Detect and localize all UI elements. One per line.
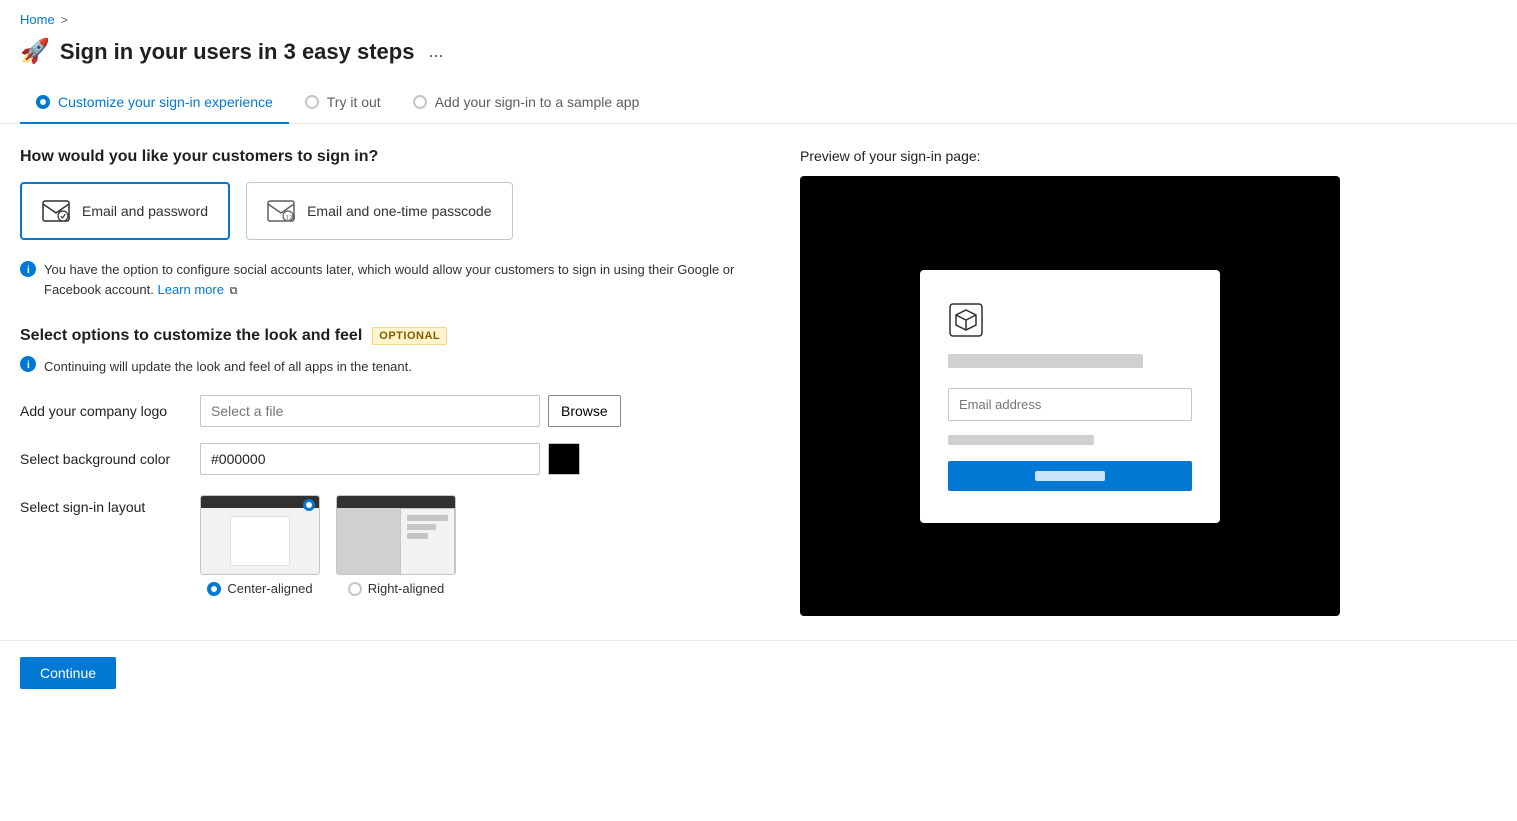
logo-file-input[interactable] [200, 395, 540, 427]
card-submit-button[interactable] [948, 461, 1192, 491]
company-logo-row: Add your company logo Browse [20, 395, 760, 427]
preview-title: Preview of your sign-in page: [800, 148, 1340, 164]
color-swatch[interactable] [548, 443, 580, 475]
tab-try-label: Try it out [327, 94, 381, 110]
info-icon: i [20, 261, 36, 282]
layout-right-radio-row: Right-aligned [348, 581, 445, 596]
layout-center-radio[interactable] [207, 582, 221, 596]
tab-try[interactable]: Try it out [289, 82, 397, 124]
customize-section: Select options to customize the look and… [20, 327, 760, 596]
tab-try-radio [305, 95, 319, 109]
layout-label: Select sign-in layout [20, 491, 200, 515]
sign-in-preview [800, 176, 1340, 616]
card-logo-icon [948, 302, 984, 338]
layout-center-radio-row: Center-aligned [207, 581, 312, 596]
breadcrumb: Home > [0, 0, 1517, 31]
customize-info-text: Continuing will update the look and feel… [44, 359, 412, 374]
more-menu-button[interactable]: ... [428, 41, 443, 62]
layout-center[interactable]: Center-aligned [200, 495, 320, 596]
tab-sample-label: Add your sign-in to a sample app [435, 94, 640, 110]
email-password-icon [42, 200, 70, 222]
left-panel: How would you like your customers to sig… [20, 148, 760, 616]
social-accounts-info-text: You have the option to configure social … [44, 260, 760, 299]
browse-button[interactable]: Browse [548, 395, 621, 427]
sign-in-options: Email and password 123 Email and one-tim… [20, 182, 760, 240]
customize-section-title: Select options to customize the look and… [20, 327, 362, 345]
optional-badge: OPTIONAL [372, 327, 447, 345]
footer: Continue [0, 640, 1517, 705]
card-email-input[interactable] [948, 388, 1192, 421]
page-emoji: 🚀 [20, 37, 50, 66]
main-content: How would you like your customers to sig… [0, 124, 1517, 640]
card-button-inner [1035, 471, 1105, 481]
tab-customize-label: Customize your sign-in experience [58, 94, 273, 110]
learn-more-link[interactable]: Learn more [157, 282, 223, 297]
option-email-otp-label: Email and one-time passcode [307, 203, 491, 219]
tab-bar: Customize your sign-in experience Try it… [0, 82, 1517, 124]
layout-right[interactable]: Right-aligned [336, 495, 456, 596]
option-email-password[interactable]: Email and password [20, 182, 230, 240]
svg-text:i: i [27, 360, 30, 371]
sign-in-card [920, 270, 1220, 523]
customize-section-header: Select options to customize the look and… [20, 327, 760, 345]
layout-center-label: Center-aligned [227, 581, 312, 596]
bg-color-row: Select background color [20, 443, 760, 475]
company-logo-controls: Browse [200, 395, 760, 427]
bg-color-label: Select background color [20, 451, 200, 467]
customize-info-icon: i [20, 356, 36, 377]
continue-button[interactable]: Continue [20, 657, 116, 689]
tab-customize[interactable]: Customize your sign-in experience [20, 82, 289, 124]
page-title: Sign in your users in 3 easy steps [60, 39, 415, 65]
svg-text:i: i [27, 265, 30, 276]
layout-right-label: Right-aligned [368, 581, 445, 596]
layout-right-radio[interactable] [348, 582, 362, 596]
social-accounts-info: i You have the option to configure socia… [20, 260, 760, 299]
card-subtitle-bar [948, 435, 1094, 445]
option-email-otp[interactable]: 123 Email and one-time passcode [246, 182, 512, 240]
email-otp-icon: 123 [267, 200, 295, 222]
layout-row: Select sign-in layout [20, 491, 760, 596]
sign-in-section-title: How would you like your customers to sig… [20, 148, 760, 166]
layout-center-preview [200, 495, 320, 575]
layout-options: Center-aligned [200, 495, 456, 596]
page-header: 🚀 Sign in your users in 3 easy steps ... [0, 31, 1517, 82]
card-title-bar [948, 354, 1143, 368]
breadcrumb-sep: > [61, 13, 68, 27]
external-link-icon: ⧉ [230, 285, 238, 297]
tab-sample-radio [413, 95, 427, 109]
svg-text:123: 123 [286, 216, 296, 222]
option-email-password-label: Email and password [82, 203, 208, 219]
customize-info-box: i Continuing will update the look and fe… [20, 355, 760, 377]
tab-sample[interactable]: Add your sign-in to a sample app [397, 82, 656, 124]
right-panel: Preview of your sign-in page: [800, 148, 1340, 616]
tab-customize-radio [36, 95, 50, 109]
breadcrumb-home[interactable]: Home [20, 12, 55, 27]
layout-right-preview [336, 495, 456, 575]
bg-color-controls [200, 443, 760, 475]
company-logo-label: Add your company logo [20, 403, 200, 419]
bg-color-input[interactable] [200, 443, 540, 475]
